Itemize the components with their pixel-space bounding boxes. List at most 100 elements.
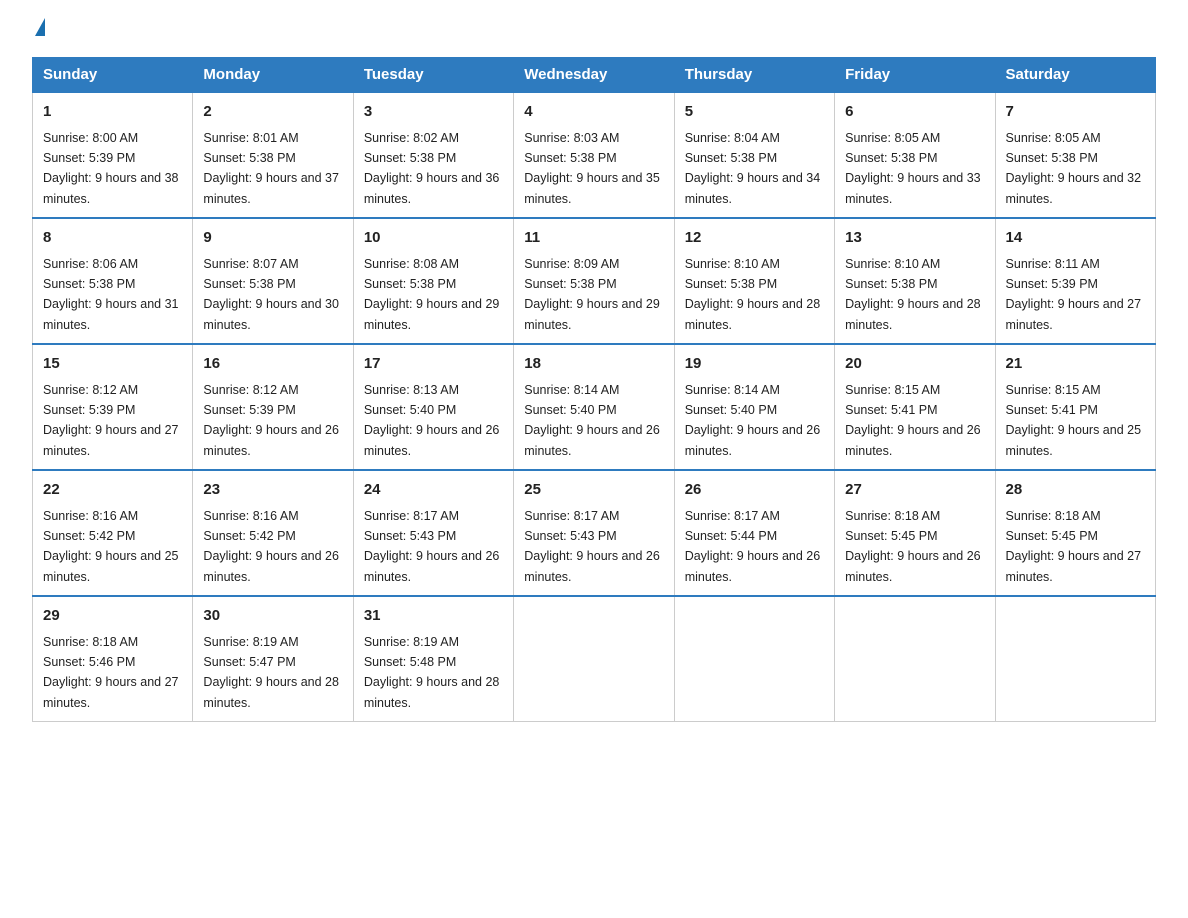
calendar-table: SundayMondayTuesdayWednesdayThursdayFrid… [32, 57, 1156, 722]
day-number: 1 [43, 101, 182, 124]
calendar-week-5: 29 Sunrise: 8:18 AMSunset: 5:46 PMDayligh… [33, 596, 1156, 722]
day-info: Sunrise: 8:18 AMSunset: 5:46 PMDaylight:… [43, 635, 179, 710]
day-info: Sunrise: 8:02 AMSunset: 5:38 PMDaylight:… [364, 131, 500, 206]
day-info: Sunrise: 8:10 AMSunset: 5:38 PMDaylight:… [685, 257, 821, 332]
day-info: Sunrise: 8:12 AMSunset: 5:39 PMDaylight:… [203, 383, 339, 458]
calendar-cell: 20 Sunrise: 8:15 AMSunset: 5:41 PMDayligh… [835, 344, 995, 470]
day-number: 14 [1006, 227, 1145, 250]
calendar-week-2: 8 Sunrise: 8:06 AMSunset: 5:38 PMDaylight… [33, 218, 1156, 344]
calendar-cell: 27 Sunrise: 8:18 AMSunset: 5:45 PMDayligh… [835, 470, 995, 596]
day-info: Sunrise: 8:14 AMSunset: 5:40 PMDaylight:… [524, 383, 660, 458]
day-info: Sunrise: 8:15 AMSunset: 5:41 PMDaylight:… [845, 383, 981, 458]
calendar-cell: 24Sunrise: 8:17 AMSunset: 5:43 PMDayligh… [353, 470, 513, 596]
calendar-cell: 30Sunrise: 8:19 AMSunset: 5:47 PMDayligh… [193, 596, 353, 722]
calendar-cell: 10 Sunrise: 8:08 AMSunset: 5:38 PMDayligh… [353, 218, 513, 344]
day-number: 29 [43, 605, 182, 628]
day-number: 16 [203, 353, 342, 376]
day-info: Sunrise: 8:04 AMSunset: 5:38 PMDaylight:… [685, 131, 821, 206]
day-number: 25 [524, 479, 663, 502]
day-info: Sunrise: 8:15 AMSunset: 5:41 PMDaylight:… [1006, 383, 1142, 458]
day-info: Sunrise: 8:18 AMSunset: 5:45 PMDaylight:… [1006, 509, 1142, 584]
calendar-cell: 19Sunrise: 8:14 AMSunset: 5:40 PMDayligh… [674, 344, 834, 470]
day-number: 15 [43, 353, 182, 376]
calendar-cell [514, 596, 674, 722]
day-number: 23 [203, 479, 342, 502]
day-info: Sunrise: 8:06 AMSunset: 5:38 PMDaylight:… [43, 257, 179, 332]
day-number: 13 [845, 227, 984, 250]
calendar-week-1: 1 Sunrise: 8:00 AMSunset: 5:39 PMDaylight… [33, 92, 1156, 218]
calendar-cell: 4Sunrise: 8:03 AMSunset: 5:38 PMDaylight… [514, 92, 674, 218]
day-number: 30 [203, 605, 342, 628]
calendar-cell: 15 Sunrise: 8:12 AMSunset: 5:39 PMDayligh… [33, 344, 193, 470]
day-number: 2 [203, 101, 342, 124]
day-number: 8 [43, 227, 182, 250]
calendar-cell [995, 596, 1155, 722]
day-number: 19 [685, 353, 824, 376]
day-number: 20 [845, 353, 984, 376]
calendar-cell: 25 Sunrise: 8:17 AMSunset: 5:43 PMDayligh… [514, 470, 674, 596]
day-info: Sunrise: 8:00 AMSunset: 5:39 PMDaylight:… [43, 131, 179, 206]
calendar-cell: 6Sunrise: 8:05 AMSunset: 5:38 PMDaylight… [835, 92, 995, 218]
calendar-week-3: 15 Sunrise: 8:12 AMSunset: 5:39 PMDayligh… [33, 344, 1156, 470]
calendar-cell: 29 Sunrise: 8:18 AMSunset: 5:46 PMDayligh… [33, 596, 193, 722]
day-number: 3 [364, 101, 503, 124]
column-header-thursday: Thursday [674, 58, 834, 93]
column-header-monday: Monday [193, 58, 353, 93]
day-info: Sunrise: 8:13 AMSunset: 5:40 PMDaylight:… [364, 383, 500, 458]
day-info: Sunrise: 8:12 AMSunset: 5:39 PMDaylight:… [43, 383, 179, 458]
day-info: Sunrise: 8:18 AMSunset: 5:45 PMDaylight:… [845, 509, 981, 584]
day-number: 17 [364, 353, 503, 376]
day-info: Sunrise: 8:07 AMSunset: 5:38 PMDaylight:… [203, 257, 339, 332]
day-info: Sunrise: 8:16 AMSunset: 5:42 PMDaylight:… [203, 509, 339, 584]
day-info: Sunrise: 8:16 AMSunset: 5:42 PMDaylight:… [43, 509, 179, 584]
day-number: 27 [845, 479, 984, 502]
calendar-cell: 23 Sunrise: 8:16 AMSunset: 5:42 PMDayligh… [193, 470, 353, 596]
day-number: 12 [685, 227, 824, 250]
calendar-cell: 12 Sunrise: 8:10 AMSunset: 5:38 PMDayligh… [674, 218, 834, 344]
calendar-header-row: SundayMondayTuesdayWednesdayThursdayFrid… [33, 58, 1156, 93]
column-header-sunday: Sunday [33, 58, 193, 93]
calendar-cell: 5 Sunrise: 8:04 AMSunset: 5:38 PMDaylight… [674, 92, 834, 218]
day-number: 18 [524, 353, 663, 376]
day-number: 5 [685, 101, 824, 124]
day-number: 6 [845, 101, 984, 124]
day-info: Sunrise: 8:17 AMSunset: 5:44 PMDaylight:… [685, 509, 821, 584]
calendar-cell: 11 Sunrise: 8:09 AMSunset: 5:38 PMDayligh… [514, 218, 674, 344]
column-header-saturday: Saturday [995, 58, 1155, 93]
calendar-cell: 17 Sunrise: 8:13 AMSunset: 5:40 PMDayligh… [353, 344, 513, 470]
day-number: 28 [1006, 479, 1145, 502]
day-number: 21 [1006, 353, 1145, 376]
day-info: Sunrise: 8:11 AMSunset: 5:39 PMDaylight:… [1006, 257, 1142, 332]
calendar-cell: 2Sunrise: 8:01 AMSunset: 5:38 PMDaylight… [193, 92, 353, 218]
calendar-cell: 21 Sunrise: 8:15 AMSunset: 5:41 PMDayligh… [995, 344, 1155, 470]
calendar-cell: 26 Sunrise: 8:17 AMSunset: 5:44 PMDayligh… [674, 470, 834, 596]
day-number: 9 [203, 227, 342, 250]
day-number: 10 [364, 227, 503, 250]
calendar-cell: 28 Sunrise: 8:18 AMSunset: 5:45 PMDayligh… [995, 470, 1155, 596]
calendar-cell: 8 Sunrise: 8:06 AMSunset: 5:38 PMDaylight… [33, 218, 193, 344]
calendar-cell [835, 596, 995, 722]
calendar-cell: 7 Sunrise: 8:05 AMSunset: 5:38 PMDaylight… [995, 92, 1155, 218]
day-number: 22 [43, 479, 182, 502]
calendar-cell: 18 Sunrise: 8:14 AMSunset: 5:40 PMDayligh… [514, 344, 674, 470]
calendar-week-4: 22 Sunrise: 8:16 AMSunset: 5:42 PMDayligh… [33, 470, 1156, 596]
calendar-cell: 31Sunrise: 8:19 AMSunset: 5:48 PMDayligh… [353, 596, 513, 722]
day-info: Sunrise: 8:03 AMSunset: 5:38 PMDaylight:… [524, 131, 660, 206]
calendar-cell [674, 596, 834, 722]
day-number: 11 [524, 227, 663, 250]
day-info: Sunrise: 8:10 AMSunset: 5:38 PMDaylight:… [845, 257, 981, 332]
day-number: 7 [1006, 101, 1145, 124]
column-header-friday: Friday [835, 58, 995, 93]
calendar-cell: 16 Sunrise: 8:12 AMSunset: 5:39 PMDayligh… [193, 344, 353, 470]
day-number: 26 [685, 479, 824, 502]
day-info: Sunrise: 8:08 AMSunset: 5:38 PMDaylight:… [364, 257, 500, 332]
column-header-wednesday: Wednesday [514, 58, 674, 93]
logo [32, 24, 45, 37]
day-info: Sunrise: 8:05 AMSunset: 5:38 PMDaylight:… [1006, 131, 1142, 206]
calendar-cell: 3 Sunrise: 8:02 AMSunset: 5:38 PMDaylight… [353, 92, 513, 218]
page-header [32, 24, 1156, 37]
day-info: Sunrise: 8:09 AMSunset: 5:38 PMDaylight:… [524, 257, 660, 332]
calendar-cell: 1 Sunrise: 8:00 AMSunset: 5:39 PMDaylight… [33, 92, 193, 218]
calendar-cell: 9 Sunrise: 8:07 AMSunset: 5:38 PMDaylight… [193, 218, 353, 344]
day-info: Sunrise: 8:17 AMSunset: 5:43 PMDaylight:… [524, 509, 660, 584]
